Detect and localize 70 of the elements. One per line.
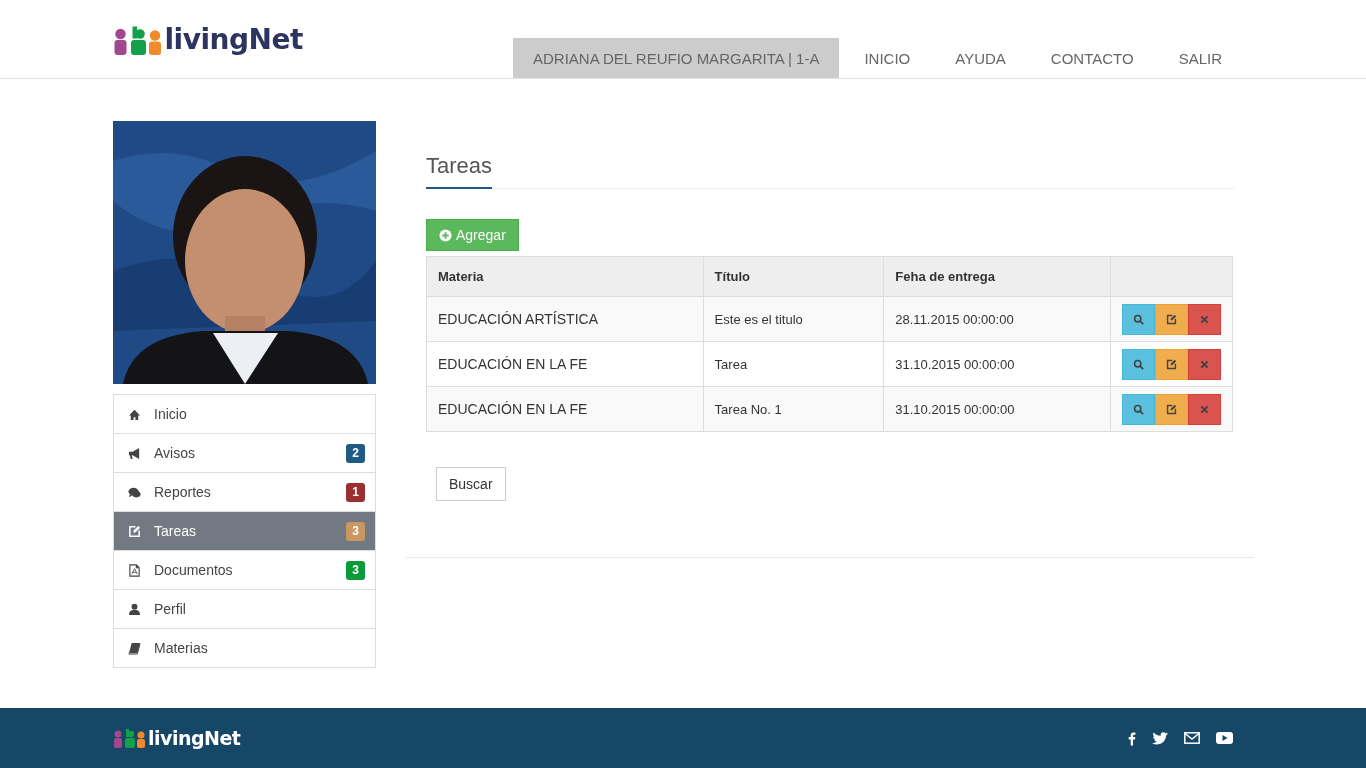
search-icon: [1133, 313, 1144, 325]
book-icon: [128, 641, 141, 655]
sidebar-item[interactable]: Inicio: [114, 395, 375, 433]
nav-link[interactable]: AYUDA: [935, 38, 1026, 78]
column-header: Materia: [426, 256, 704, 297]
chat-bubbles-icon: [128, 485, 141, 499]
count-badge: 3: [346, 521, 365, 541]
column-header: Título: [703, 256, 884, 297]
table-cell: 31.10.2015 00:00:00: [883, 386, 1111, 432]
table-cell: 28.11.2015 00:00:00: [883, 296, 1111, 342]
sidebar-item-label: Reportes: [154, 484, 212, 500]
sidebar-item-label: Tareas: [154, 523, 198, 539]
video-play-icon[interactable]: [1216, 732, 1233, 744]
close-icon: [1199, 313, 1210, 325]
delete-button[interactable]: [1188, 348, 1221, 380]
envelope-icon[interactable]: [1184, 732, 1200, 744]
count-badge: 1: [346, 482, 365, 502]
table-cell: Tarea: [703, 341, 884, 387]
edit-icon: [1166, 403, 1177, 415]
edit-icon: [128, 524, 141, 538]
sidebar-item-label: Documentos: [154, 562, 234, 578]
sidebar-item[interactable]: Tareas 3: [114, 511, 375, 550]
sidebar-item[interactable]: Materias: [114, 628, 375, 667]
search-button[interactable]: Buscar: [436, 467, 506, 501]
nav-link[interactable]: CONTACTO: [1030, 38, 1154, 78]
search-icon: [1133, 403, 1144, 415]
edit-button[interactable]: [1155, 393, 1188, 425]
delete-button[interactable]: [1188, 303, 1221, 335]
nav-link[interactable]: INICIO: [844, 38, 931, 78]
edit-icon: [1166, 313, 1177, 325]
edit-icon: [1166, 358, 1177, 370]
column-header: Feha de entrega: [883, 256, 1111, 297]
sidebar-item-label: Perfil: [154, 601, 187, 617]
view-button[interactable]: [1122, 393, 1155, 425]
sidebar-item-label: Avisos: [154, 445, 196, 461]
nav-link[interactable]: ADRIANA DEL REUFIO MARGARITA | 1-A: [513, 38, 840, 78]
logo-text: livingNet: [148, 727, 241, 749]
table-cell: EDUCACIÓN ARTÍSTICA: [426, 296, 704, 342]
plus-circle-icon: [439, 228, 452, 242]
sidebar-item[interactable]: Documentos 3: [114, 550, 375, 589]
table-cell: 31.10.2015 00:00:00: [883, 341, 1111, 387]
pdf-file-icon: [128, 563, 141, 577]
table-cell: EDUCACIÓN EN LA FE: [426, 341, 704, 387]
count-badge: 2: [346, 443, 365, 463]
sidebar-item[interactable]: Perfil: [114, 589, 375, 628]
delete-button[interactable]: [1188, 393, 1221, 425]
count-badge: 3: [346, 560, 365, 580]
table-cell: EDUCACIÓN EN LA FE: [426, 386, 704, 432]
table-cell: Este es el titulo: [703, 296, 884, 342]
sidebar-item-label: Inicio: [154, 406, 188, 422]
page-title: Tareas: [426, 153, 493, 189]
close-icon: [1199, 403, 1210, 415]
user-icon: [128, 602, 141, 616]
table-cell: Tarea No. 1: [703, 386, 884, 432]
search-icon: [1133, 358, 1144, 370]
edit-button[interactable]: [1155, 348, 1188, 380]
home-icon: [128, 407, 141, 421]
view-button[interactable]: [1122, 348, 1155, 380]
sidebar-item[interactable]: Avisos 2: [114, 433, 375, 472]
megaphone-icon: [128, 446, 141, 460]
close-icon: [1199, 358, 1210, 370]
edit-button[interactable]: [1155, 303, 1188, 335]
logo-icon: [113, 24, 163, 56]
facebook-icon[interactable]: [1128, 730, 1136, 746]
view-button[interactable]: [1122, 303, 1155, 335]
nav-link[interactable]: SALIR: [1158, 38, 1242, 78]
twitter-icon[interactable]: [1152, 731, 1168, 745]
logo-text: livingNet: [164, 24, 303, 56]
sidebar-item-label: Materias: [154, 640, 209, 656]
logo-icon: [113, 727, 146, 749]
